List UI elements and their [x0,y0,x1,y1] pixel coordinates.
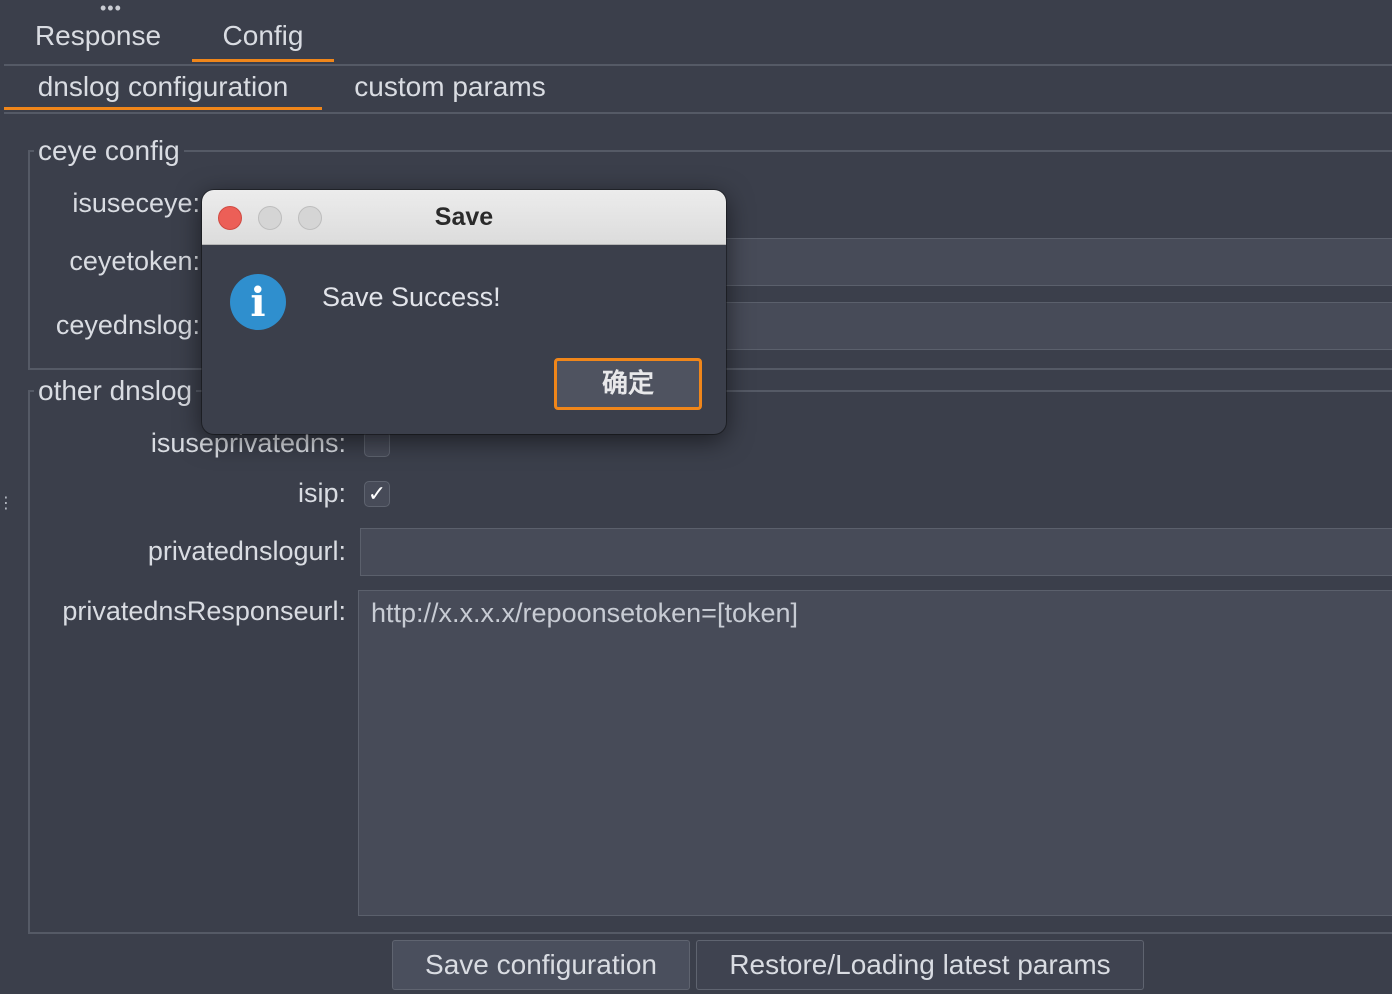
ceye-config-legend: ceye config [38,135,180,166]
isuseprivatedns-checkbox[interactable] [364,431,390,457]
checkmark-icon: ✓ [367,481,387,506]
restore-loading-params-button[interactable]: Restore/Loading latest params [696,940,1144,990]
tab-config[interactable]: Config [192,4,334,62]
isip-checkbox[interactable]: ✓ [364,481,390,507]
sub-tabbar: dnslog configuration custom params [4,64,1392,114]
dialog-titlebar: Save [202,190,726,245]
ceyednslog-label: ceyednslog: [55,310,200,340]
dialog-title: Save [434,203,494,231]
ok-button[interactable]: 确定 [554,358,702,410]
burp-extension-config-panel: ••• Response Config dnslog configuration… [0,0,1392,994]
isip-label: isip: [297,478,346,508]
tab-custom-params[interactable]: custom params [340,64,560,110]
privatednslogurl-label: privatednslogurl: [147,536,346,566]
privatednslogurl-input[interactable] [360,528,1392,576]
tab-dnslog-configuration[interactable]: dnslog configuration [4,64,322,110]
other-dnslog-legend: other dnslog [38,375,193,406]
drag-handle-icon[interactable]: ⋮ [0,496,14,512]
ceyetoken-label: ceyetoken: [69,246,200,276]
info-icon: i [230,274,286,330]
privatednsresponseurl-textarea[interactable]: http://x.x.x.x/repoonsetoken=[token] [358,590,1392,916]
dialog-message: Save Success! [322,282,501,312]
main-tabbar: Response Config [4,4,1392,66]
tab-response[interactable]: Response [18,4,178,62]
isuseceye-label: isuseceye: [72,188,200,218]
privatednsresponseurl-label: privatednsResponseurl: [62,596,346,626]
save-configuration-button[interactable]: Save configuration [392,940,690,990]
save-dialog: Save i Save Success! 确定 [202,190,726,434]
